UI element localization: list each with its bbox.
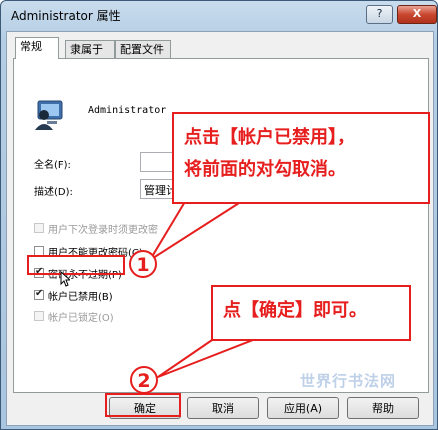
annotation-pointers — [149, 195, 259, 378]
step1-number-badge: 1 — [129, 250, 157, 278]
ok-button-highlight — [105, 393, 181, 417]
step1-callout-line1: 点击【帐户已禁用】， — [184, 127, 355, 148]
step1-pointer — [149, 195, 251, 261]
step2-pointer — [157, 337, 259, 378]
step1-callout: 点击【帐户已禁用】， 将前面的对勾取消。 — [172, 112, 430, 204]
mouse-cursor-icon — [60, 271, 70, 287]
step2-callout: 点【确定】即可。 — [211, 285, 411, 341]
watermark: 世界行书法网 — [300, 372, 397, 390]
step2-callout-text: 点【确定】即可。 — [223, 300, 367, 321]
tab-general[interactable]: 常规 — [15, 37, 59, 59]
step1-callout-line2: 将前面的对勾取消。 — [184, 159, 346, 180]
step2-number-badge: 2 — [130, 366, 158, 394]
account-disabled-highlight — [27, 255, 125, 275]
